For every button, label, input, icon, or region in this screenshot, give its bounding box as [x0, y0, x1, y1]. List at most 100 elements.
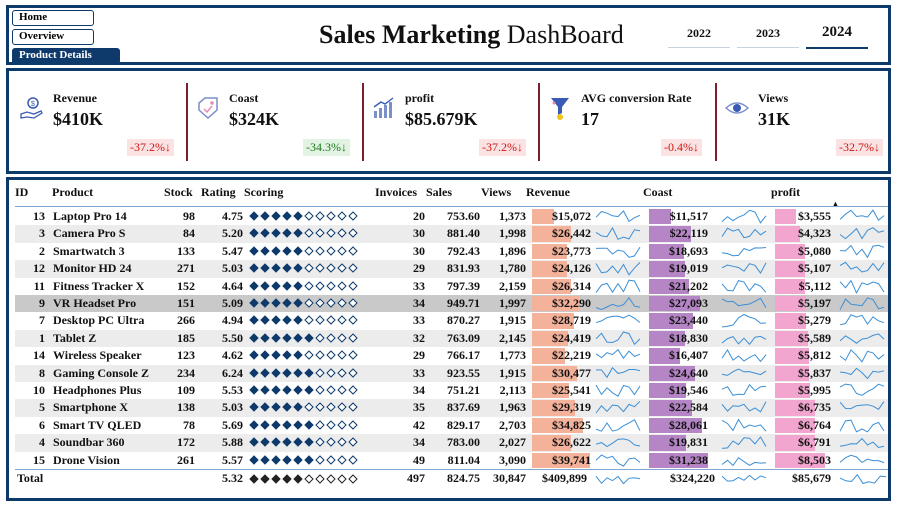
row-sales: 923.55: [447, 365, 480, 380]
diamond-filled: [282, 228, 292, 239]
kpi-views: Views 31K -32.7%↓: [724, 81, 884, 163]
diamond-filled: [271, 298, 281, 308]
col-header-product[interactable]: Product: [52, 185, 93, 200]
sparkline-path: [721, 349, 767, 363]
profit-sparkline: [839, 454, 885, 463]
row-id: 15: [33, 452, 45, 467]
row-views: 1,773: [499, 348, 526, 363]
row-stock: 78: [183, 417, 195, 432]
kpi-label: Coast: [229, 91, 259, 105]
scoring-diamonds: [249, 437, 358, 447]
nav-home-button[interactable]: Home: [12, 10, 94, 26]
row-invoices: 49: [413, 452, 425, 467]
diamond-empty: [337, 280, 347, 291]
sparkline-path: [721, 418, 767, 432]
row-id: 13: [33, 209, 45, 223]
table-row[interactable]: 13 Laptop Pro 14 98 4.75 20 753.60 1,373 $15,07…: [15, 208, 888, 225]
table-row[interactable]: 15 Drone Vision 261 5.57 49 811.04 3,090 $39,74…: [15, 452, 888, 469]
diamond-empty: [337, 298, 347, 308]
row-profit: $6,791: [798, 435, 831, 450]
col-header-profit[interactable]: profit: [771, 185, 800, 200]
tab-year-2023[interactable]: 2023: [737, 26, 799, 48]
coast-sparkline: [721, 418, 767, 432]
kpi-profit: profit $85.679K -37.2%↓: [371, 81, 529, 163]
table-row[interactable]: 11 Fitness Tracker X 152 4.64 33 797.39 2,159 $…: [15, 278, 888, 295]
col-header-invoices[interactable]: Invoices: [375, 185, 417, 200]
row-rating: 4.75: [222, 209, 243, 223]
diamond-filled: [271, 402, 281, 413]
table-row[interactable]: 4 Soundbar 360 172 5.88 34 783.00 2,027 $26,622…: [15, 434, 888, 452]
row-revenue: $29,319: [552, 400, 591, 415]
table-row[interactable]: 2 Smartwatch 3 133 5.47 30 792.43 1,896 $23,773…: [15, 243, 888, 260]
total-profit: $85,679: [792, 471, 831, 485]
sparkline-path: [595, 227, 641, 241]
col-header-scoring[interactable]: Scoring: [244, 185, 283, 200]
revenue-sparkline: [595, 279, 641, 293]
diamond-filled: [249, 474, 259, 484]
diamond-filled: [249, 211, 259, 221]
diamond-empty: [326, 315, 336, 326]
eye-icon: [724, 102, 750, 114]
row-sales: 753.60: [447, 209, 480, 223]
tab-year-2024[interactable]: 2024: [806, 24, 868, 49]
diamond-filled: [282, 246, 292, 256]
diamond-empty: [326, 280, 336, 291]
row-views: 1,915: [499, 313, 526, 328]
col-header-coast[interactable]: Coast: [643, 185, 672, 200]
table-row[interactable]: 1 Tablet Z 185 5.50 32 763.09 2,145 $24,419 $18,…: [15, 329, 888, 348]
row-views: 3,090: [499, 452, 526, 467]
col-header-stock[interactable]: Stock: [164, 185, 193, 200]
col-header-revenue[interactable]: Revenue: [526, 185, 570, 200]
table-row[interactable]: 10 Headphones Plus 109 5.53 34 751.21 2,113 $25…: [15, 382, 888, 399]
diamond-filled: [260, 246, 270, 256]
nav-overview-button[interactable]: Overview: [12, 29, 94, 45]
diamond-filled: [249, 350, 259, 360]
row-coast: $19,546: [669, 383, 708, 397]
diamond-filled: [304, 333, 314, 343]
row-stock: 234: [177, 365, 195, 380]
table-row[interactable]: 9 VR Headset Pro 151 5.09 34 949.71 1,997 $32,2…: [15, 295, 888, 313]
diamond-empty: [304, 315, 314, 326]
row-product: Smartwatch 3: [53, 243, 125, 258]
diamond-filled: [260, 420, 270, 430]
tab-year-2022[interactable]: 2022: [668, 26, 730, 48]
scoring-diamonds: [249, 280, 358, 291]
diamond-filled: [260, 350, 270, 360]
sparkline-path: [595, 401, 641, 414]
table-row[interactable]: 7 Desktop PC Ultra 266 4.94 33 870.27 1,915 $28…: [15, 312, 888, 329]
row-profit: $5,080: [798, 243, 831, 258]
row-product: Tablet Z: [53, 330, 97, 345]
diamond-filled: [260, 228, 270, 239]
row-rating: 5.20: [222, 226, 243, 241]
sparkline-path: [595, 210, 641, 223]
row-profit: $5,837: [798, 365, 831, 380]
table-row[interactable]: 8 Gaming Console Z 234 6.24 33 923.55 1,915 $30…: [15, 364, 888, 382]
kpi-divider: [186, 83, 188, 161]
table-row[interactable]: 5 Smartphone X 138 5.03 35 837.69 1,963 $29,319…: [15, 399, 888, 417]
table-row[interactable]: 3 Camera Pro S 84 5.20 30 881.40 1,998 $26,442 $…: [15, 225, 888, 243]
diamond-empty: [326, 454, 336, 465]
table-row[interactable]: 14 Wireless Speaker 123 4.62 29 766.17 1,773 $2…: [15, 347, 888, 364]
col-header-rating[interactable]: Rating: [201, 185, 236, 200]
nav-product-details-button[interactable]: Product Details: [12, 48, 120, 64]
profit-sparkline: [839, 419, 885, 433]
row-sales: 751.21: [447, 383, 480, 397]
table-row[interactable]: 12 Monitor HD 24 271 5.03 29 831.93 1,780 $24,1…: [15, 260, 888, 278]
row-rating: 5.69: [222, 417, 243, 432]
diamond-filled: [282, 350, 292, 360]
diamond-empty: [337, 333, 347, 343]
diamond-filled: [282, 402, 292, 413]
diamond-empty: [326, 228, 336, 239]
total-coast-sparkline: [721, 474, 767, 482]
diamond-empty: [315, 402, 325, 413]
diamond-filled: [249, 437, 259, 447]
diamond-filled: [282, 263, 292, 273]
col-header-id[interactable]: ID: [15, 185, 28, 200]
row-id: 1: [39, 330, 45, 345]
row-product: Drone Vision: [53, 452, 120, 467]
table-row[interactable]: 6 Smart TV QLED 78 5.69 42 829.17 2,703 $34,825…: [15, 417, 888, 434]
diamond-filled: [260, 367, 270, 378]
col-header-views[interactable]: Views: [481, 185, 511, 200]
row-coast: $11,517: [669, 209, 708, 223]
col-header-sales[interactable]: Sales: [426, 185, 452, 200]
